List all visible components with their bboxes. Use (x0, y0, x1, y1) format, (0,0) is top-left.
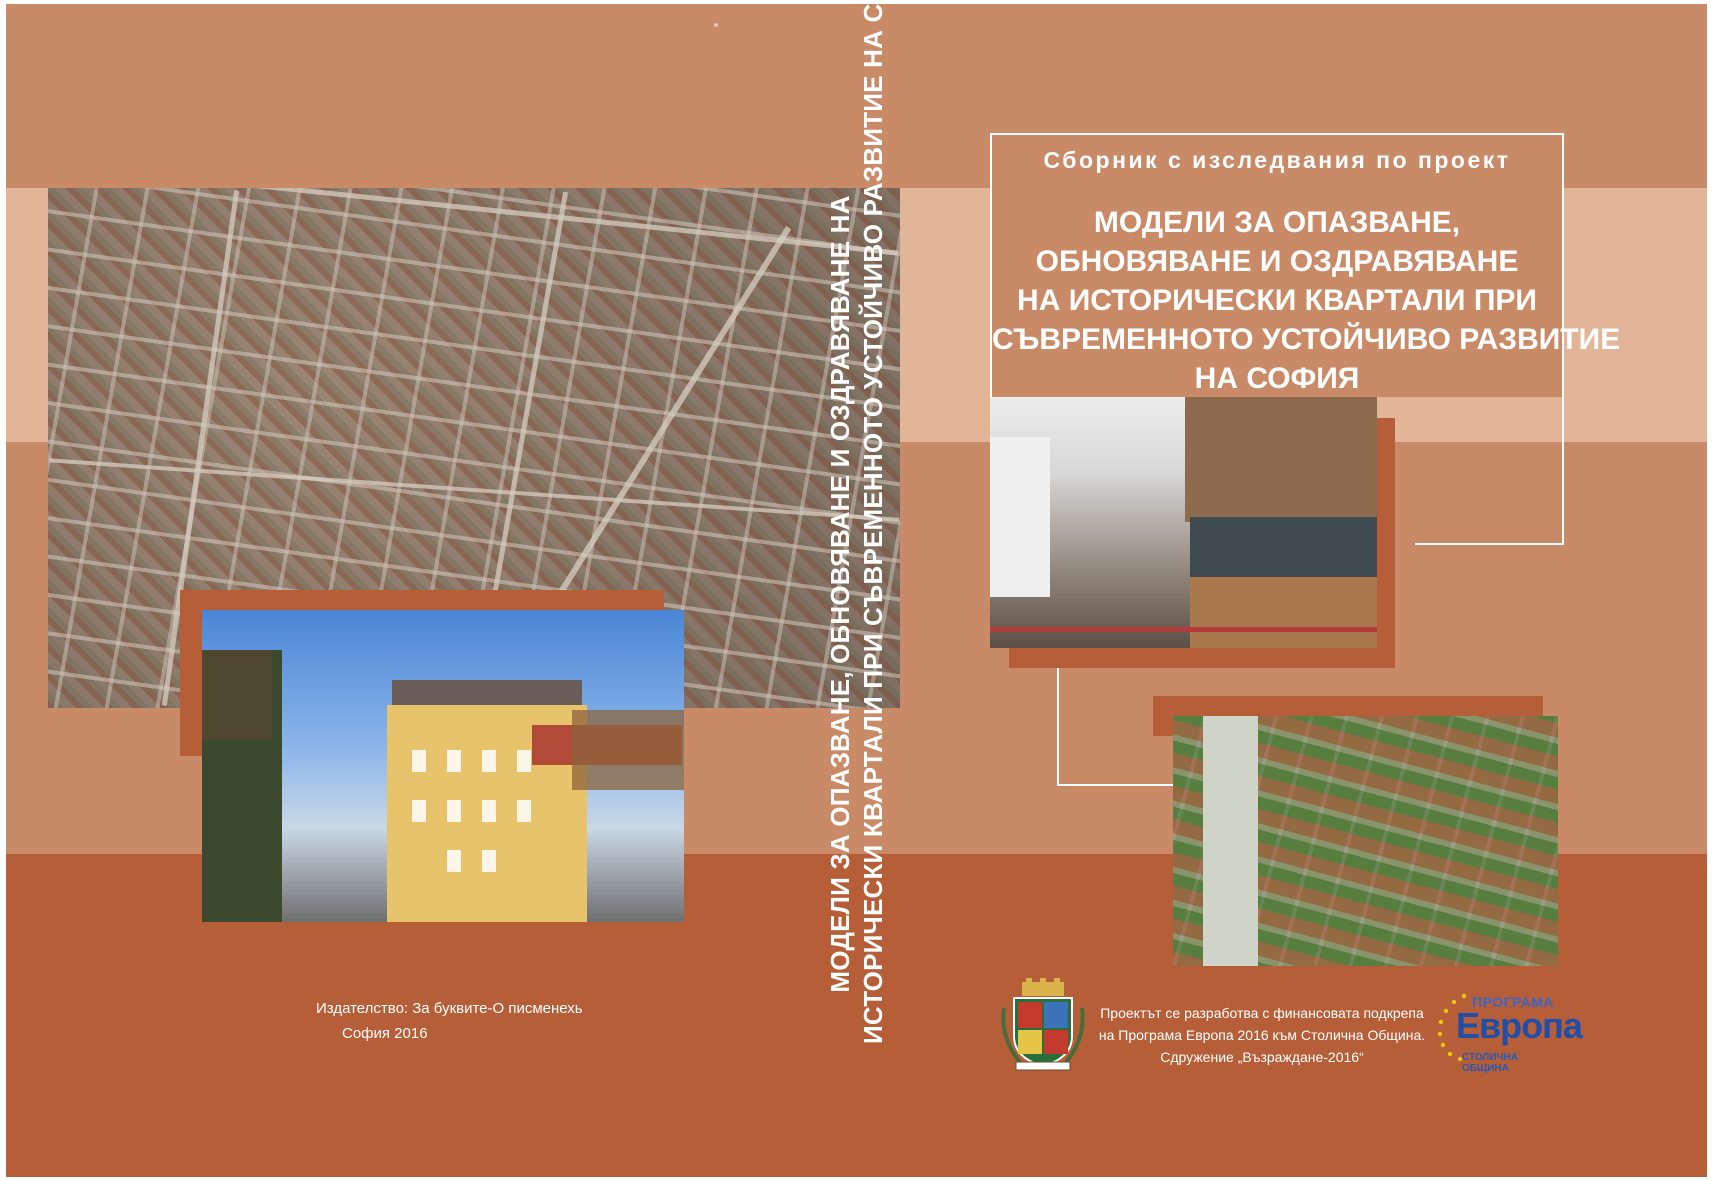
title-line: ОБНОВЯВАНЕ И ОЗДРАВЯВАНЕ (1035, 245, 1519, 278)
spine-line-1: МОДЕЛИ ЗА ОПАЗВАНЕ, ОБНОВЯВАНЕ И ОЗДРАВЯ… (825, 195, 855, 993)
publisher-info: Издателство: За буквите-О писменехь Софи… (250, 996, 630, 1046)
funding-line: Сдружение „Възраждане-2016“ (1160, 1049, 1364, 1065)
title-line: НА ИСТОРИЧЕСКИ КВАРТАЛИ ПРИ (1017, 284, 1537, 317)
publisher-name: Издателство: За буквите-О писменехь (316, 1000, 583, 1017)
funding-line: Проектът се разработва с финансовата под… (1100, 1005, 1424, 1021)
cover-title: МОДЕЛИ ЗА ОПАЗВАНЕ, ОБНОВЯВАНЕ И ОЗДРАВЯ… (992, 203, 1621, 398)
funding-line: на Програма Европа 2016 към Столична Общ… (1098, 1027, 1426, 1043)
connector-horizontal (1057, 784, 1173, 786)
spine-line-2: ИСТОРИЧЕСКИ КВАРТАЛИ ПРИ СЪВРЕМЕННОТО УС… (858, 4, 888, 1044)
dot-mark (714, 23, 718, 27)
title-box-border-top (990, 133, 1564, 135)
spine-title: МОДЕЛИ ЗА ОПАЗВАНЕ, ОБНОВЯВАНЕ И ОЗДРАВЯ… (824, 4, 894, 1044)
aerial-drone-photo (1173, 716, 1558, 966)
title-box-border-bottom (1415, 543, 1564, 545)
book-cover: МОДЕЛИ ЗА ОПАЗВАНЕ, ОБНОВЯВАНЕ И ОЗДРАВЯ… (6, 4, 1707, 1177)
municipality-label: СТОЛИЧНА ОБЩИНА (1462, 1052, 1519, 1074)
sofia-crest-icon (1001, 978, 1085, 1071)
market-street-photo (990, 397, 1377, 648)
publisher-place-year: София 2016 (342, 1025, 428, 1042)
street-photo (202, 610, 684, 922)
title-line: НА СОФИЯ (1194, 362, 1360, 395)
europe-label: Европа (1456, 1005, 1583, 1046)
funding-note: Проектът се разработва с финансовата под… (1086, 1002, 1438, 1068)
title-line: МОДЕЛИ ЗА ОПАЗВАНЕ, (1093, 206, 1461, 239)
connector-vertical (1057, 668, 1059, 786)
spine: МОДЕЛИ ЗА ОПАЗВАНЕ, ОБНОВЯВАНЕ И ОЗДРАВЯ… (824, 4, 894, 1044)
cover-subtitle: Сборник с изследвания по проект (1043, 147, 1511, 173)
title-line: СЪВРЕМЕННОТО УСТОЙЧИВО РАЗВИТИЕ (992, 323, 1621, 356)
europe-program-logo-icon: ПРОГРАМА Европа СТОЛИЧНА ОБЩИНА (1434, 992, 1583, 1074)
